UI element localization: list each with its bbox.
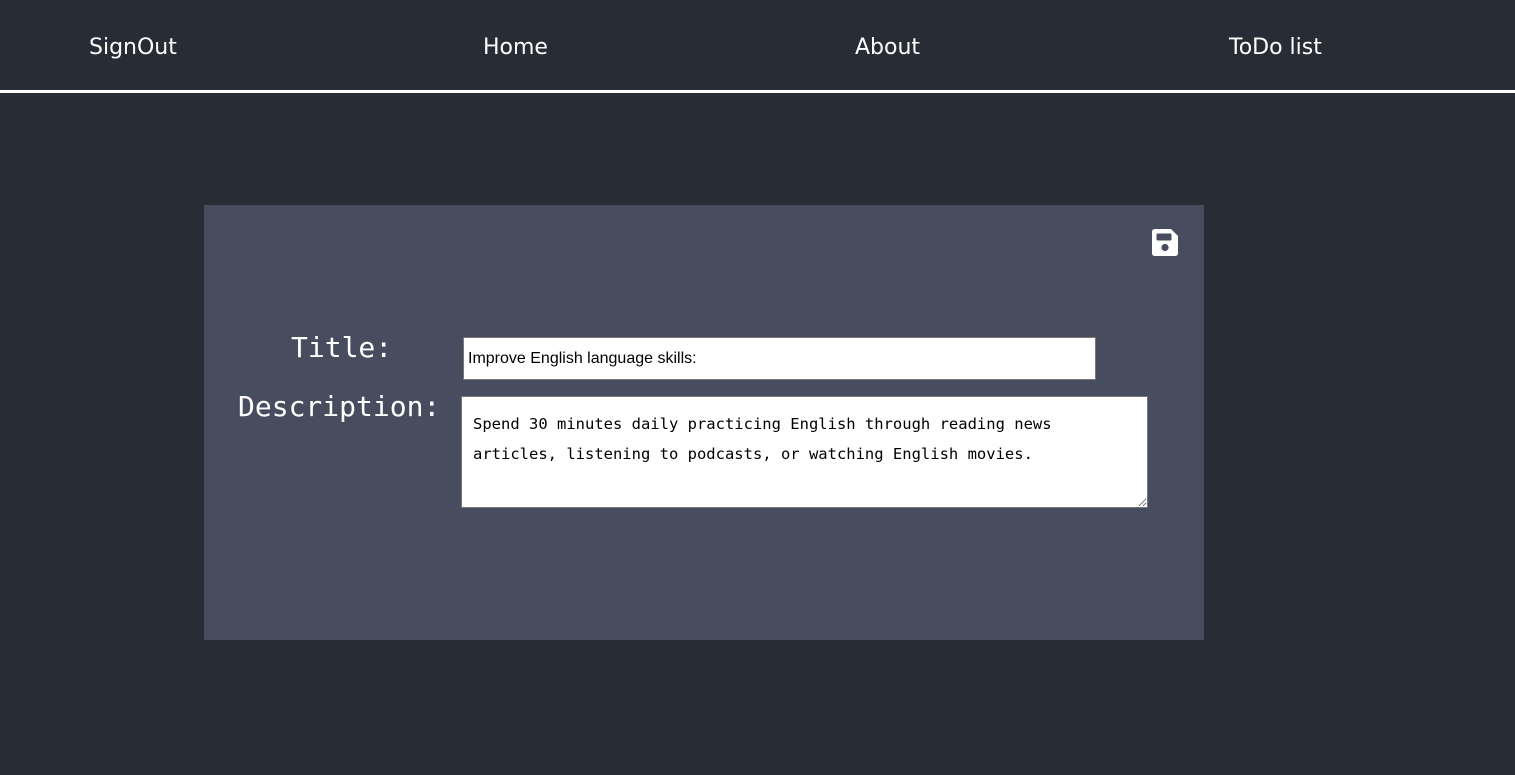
- top-navigation-bar: SignOut Home About ToDo list: [0, 3, 1515, 93]
- save-button[interactable]: [1150, 228, 1180, 258]
- floppy-disk-save-icon: [1152, 229, 1178, 256]
- nav-link-signout[interactable]: SignOut: [89, 33, 177, 63]
- nav-link-home[interactable]: Home: [483, 33, 548, 63]
- todo-edit-card: Title: Description: Spend 30 minutes dai…: [204, 205, 1204, 640]
- title-label: Title:: [291, 331, 393, 364]
- nav-link-about[interactable]: About: [855, 33, 920, 63]
- description-textarea[interactable]: Spend 30 minutes daily practicing Englis…: [461, 396, 1148, 508]
- description-label: Description:: [238, 390, 441, 423]
- nav-link-todo-list[interactable]: ToDo list: [1229, 33, 1322, 63]
- title-input[interactable]: [463, 337, 1096, 380]
